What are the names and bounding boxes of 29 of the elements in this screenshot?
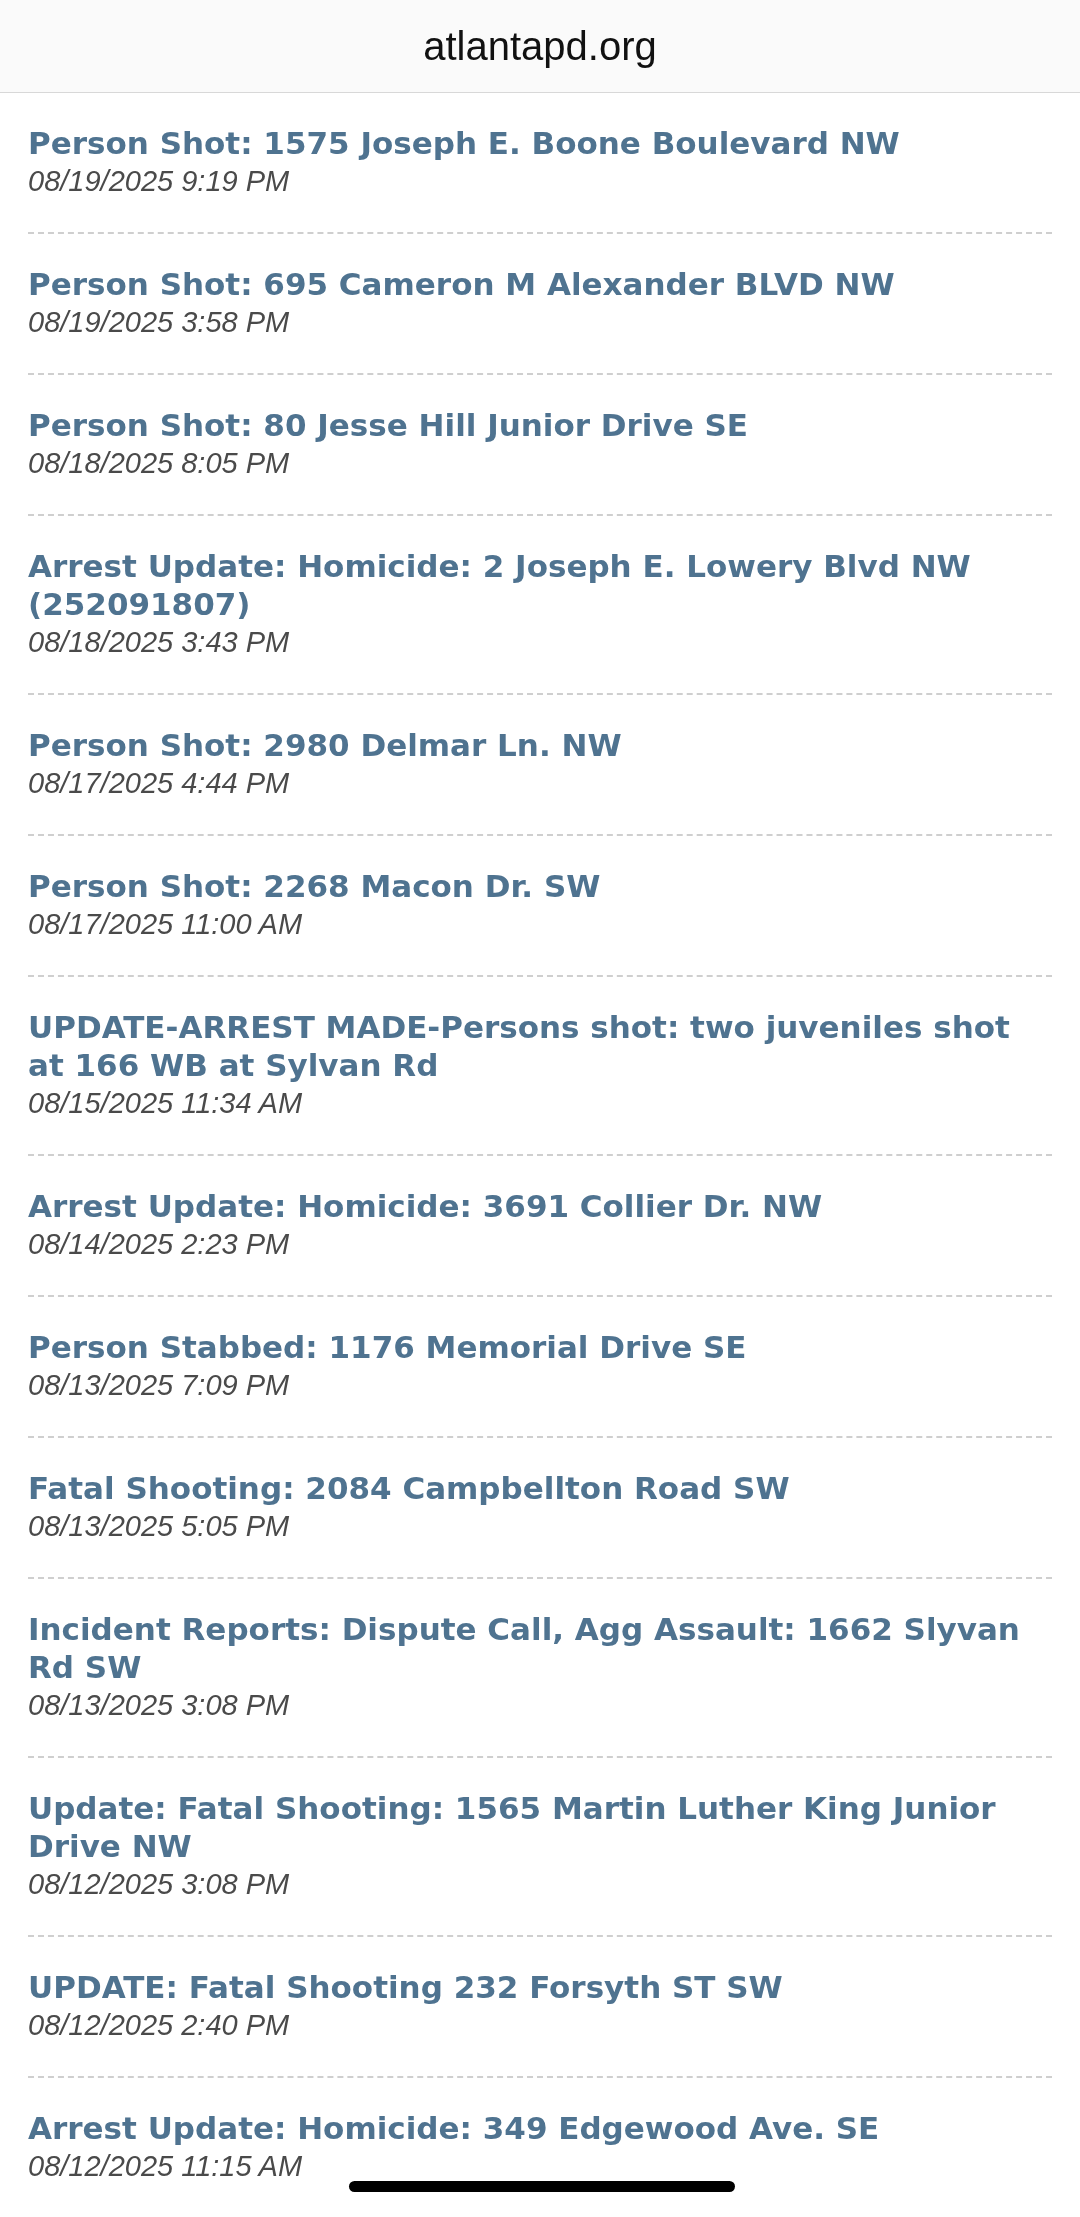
news-date: 08/18/2025 8:05 PM (28, 446, 290, 481)
news-link[interactable]: Person Shot: 1575 Joseph E. Boone Boulevard NW (28, 124, 900, 162)
news-link[interactable]: UPDATE: Fatal Shooting 232 Forsyth ST SW (28, 1968, 783, 2006)
news-date: 08/13/2025 5:05 PM (28, 1509, 290, 1544)
news-date: 08/18/2025 3:43 PM (28, 625, 290, 660)
news-link[interactable]: Update: Fatal Shooting: 1565 Martin Luther King Junior Drive NW (28, 1789, 1052, 1865)
news-date: 08/12/2025 2:40 PM (28, 2008, 290, 2043)
news-date: 08/13/2025 7:09 PM (28, 1368, 290, 1403)
news-link[interactable]: Person Shot: 2980 Delmar Ln. NW (28, 726, 622, 764)
news-link[interactable]: Arrest Update: Homicide: 2 Joseph E. Lowery Blvd NW (252091807) (28, 547, 1052, 623)
news-date: 08/19/2025 3:58 PM (28, 305, 290, 340)
news-link[interactable]: Arrest Update: Homicide: 349 Edgewood Ave. SE (28, 2109, 880, 2147)
news-link[interactable]: Arrest Update: Homicide: 3691 Collier Dr. NW (28, 1187, 823, 1225)
news-date: 08/14/2025 2:23 PM (28, 1227, 290, 1262)
news-link[interactable]: Incident Reports: Dispute Call, Agg Assault: 1662 Slyvan Rd SW (28, 1610, 1052, 1686)
news-date: 08/15/2025 11:34 AM (28, 1086, 303, 1121)
news-link[interactable]: Fatal Shooting: 2084 Campbellton Road SW (28, 1469, 790, 1507)
site-address: atlantapd.org (423, 23, 657, 69)
news-date: 08/17/2025 11:00 AM (28, 907, 303, 942)
news-date: 08/19/2025 9:19 PM (28, 164, 290, 199)
news-link[interactable]: Person Shot: 2268 Macon Dr. SW (28, 867, 601, 905)
news-link[interactable]: Person Shot: 695 Cameron M Alexander BLVD NW (28, 265, 895, 303)
news-date: 08/17/2025 4:44 PM (28, 766, 290, 801)
news-date: 08/13/2025 3:08 PM (28, 1688, 290, 1723)
news-link[interactable]: UPDATE-ARREST MADE-Persons shot: two juveniles shot at 166 WB at Sylvan Rd (28, 1008, 1052, 1084)
news-link[interactable]: Person Shot: 80 Jesse Hill Junior Drive SE (28, 406, 749, 444)
news-date: 08/12/2025 3:08 PM (28, 1867, 290, 1902)
news-date: 08/12/2025 11:15 AM (28, 2149, 303, 2184)
news-link[interactable]: Person Stabbed: 1176 Memorial Drive SE (28, 1328, 747, 1366)
